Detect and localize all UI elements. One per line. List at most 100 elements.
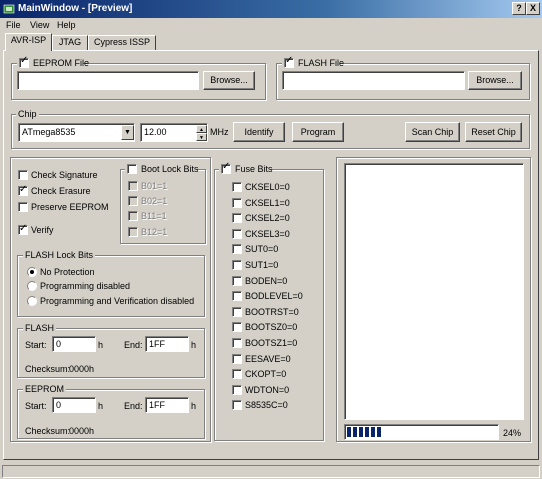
eeprom-checksum-value: 0000h	[69, 426, 95, 436]
flash-file-checkbox[interactable]	[284, 56, 294, 68]
eeprom-end-input[interactable]: 1FF	[145, 397, 189, 413]
flash-browse-button[interactable]: Browse...	[468, 71, 522, 90]
chip-select[interactable]: ATmega8535	[18, 123, 135, 142]
tab-avr-isp[interactable]: AVR-ISP	[5, 33, 52, 51]
check-signature-label: Check Signature	[31, 170, 98, 180]
flash-checksum-label: Checksum:	[25, 364, 71, 374]
boot-lock-checkbox[interactable]	[127, 164, 137, 174]
program-button[interactable]: Program	[292, 122, 344, 142]
fuse-bit-checkbox[interactable]	[232, 322, 242, 333]
fuse-bit-label: CKOPT=0	[245, 369, 287, 380]
title-bar: MainWindow - [Preview] ? X	[0, 0, 542, 18]
fuse-bit-checkbox[interactable]	[232, 384, 242, 395]
status-bar	[0, 463, 542, 479]
output-log[interactable]	[344, 163, 524, 420]
flash-start-label: Start:	[25, 340, 47, 350]
identify-button[interactable]: Identify	[233, 122, 285, 142]
eeprom-file-legend: EEPROM File	[17, 56, 89, 69]
fuse-bit-label: BOOTSZ1=0	[245, 338, 298, 348]
fuse-bits-legend: Fuse Bits	[219, 162, 273, 175]
progress-segment	[377, 427, 381, 437]
eeprom-file-checkbox[interactable]	[19, 56, 29, 68]
flash-start-unit: h	[98, 340, 104, 350]
eeprom-file-input[interactable]	[17, 71, 199, 90]
prog-verify-disabled-label: Programming and Verification disabled	[40, 296, 195, 306]
menu-file[interactable]: File	[6, 20, 21, 30]
spin-up-icon[interactable]: ▲	[196, 125, 207, 133]
menu-help[interactable]: Help	[57, 20, 76, 30]
status-cell	[2, 465, 540, 478]
check-erasure-checkbox[interactable]	[18, 184, 28, 196]
fuse-bit-checkbox[interactable]	[232, 228, 242, 239]
progress-segment	[371, 427, 375, 437]
fuse-bit-checkbox[interactable]	[232, 182, 242, 192]
tab-jtag[interactable]: JTAG	[52, 35, 88, 50]
fuse-bit-label: CKSEL3=0	[245, 228, 290, 239]
progress-segment	[353, 427, 357, 437]
fuse-bit-checkbox[interactable]	[232, 369, 242, 380]
fuse-bit-label: SUT0=0	[245, 244, 279, 255]
fuse-bit-checkbox[interactable]	[232, 291, 242, 302]
boot-lock-legend: Boot Lock Bits	[125, 163, 199, 175]
close-button[interactable]: X	[526, 2, 540, 15]
fuse-bit-checkbox[interactable]	[232, 260, 242, 270]
check-signature-checkbox[interactable]	[18, 170, 28, 180]
fuse-bits-checkbox[interactable]	[221, 162, 231, 174]
eeprom-start-input[interactable]: 0	[52, 397, 96, 413]
progress-label: 24%	[503, 428, 522, 438]
eeprom-checksum-label: Checksum:	[25, 426, 71, 436]
menu-view[interactable]: View	[30, 20, 49, 30]
tab-cypress-issp[interactable]: Cypress ISSP	[88, 35, 156, 50]
menu-bar: File View Help	[0, 18, 542, 32]
flash-file-legend: FLASH File	[282, 56, 344, 69]
fuse-bit-checkbox[interactable]	[232, 338, 242, 348]
progress-segment	[365, 427, 369, 437]
boot-lock-b01-checkbox[interactable]	[128, 181, 138, 191]
eeprom-start-label: Start:	[25, 401, 47, 411]
fuse-bit-label: CKSEL1=0	[245, 197, 290, 208]
programming-disabled-label: Programming disabled	[40, 281, 131, 291]
scan-chip-button[interactable]: Scan Chip	[405, 122, 460, 142]
progress-segment	[347, 427, 351, 437]
boot-lock-b12-label: B12=1	[141, 227, 168, 237]
flash-end-label: End:	[124, 340, 143, 350]
fuse-bit-label: WDTON=0	[245, 384, 290, 395]
spin-down-icon[interactable]: ▼	[196, 133, 207, 141]
verify-checkbox[interactable]	[18, 223, 28, 235]
chevron-down-icon[interactable]: ▼	[121, 125, 134, 140]
flash-lock-label: FLASH Lock Bits	[23, 250, 96, 260]
fuse-bit-label: BODLEVEL=0	[245, 291, 303, 302]
verify-label: Verify	[31, 225, 54, 235]
fuse-bit-checkbox[interactable]	[232, 306, 242, 317]
flash-start-input[interactable]: 0	[52, 336, 96, 352]
fuse-bit-checkbox[interactable]	[232, 197, 242, 208]
check-erasure-label: Check Erasure	[31, 186, 91, 196]
help-button[interactable]: ?	[512, 2, 526, 15]
frequency-unit: MHz	[210, 127, 229, 137]
chip-group-label: Chip	[16, 109, 39, 119]
fuse-bit-checkbox[interactable]	[232, 244, 242, 255]
boot-lock-b11-label: B11=1	[141, 211, 167, 221]
fuse-bit-checkbox[interactable]	[232, 400, 242, 411]
boot-lock-b12-checkbox[interactable]	[128, 227, 138, 237]
boot-lock-b02-label: B02=1	[141, 196, 168, 206]
flash-end-input[interactable]: 1FF	[145, 336, 189, 352]
fuse-bit-checkbox[interactable]	[232, 213, 242, 224]
fuse-bit-checkbox[interactable]	[232, 353, 242, 364]
fuse-bits-label: Fuse Bits	[235, 164, 273, 174]
fuse-bit-label: S8535C=0	[245, 400, 288, 411]
eeprom-browse-button[interactable]: Browse...	[203, 71, 255, 90]
prog-verify-disabled-radio[interactable]	[27, 296, 37, 306]
flash-file-input[interactable]	[282, 71, 465, 90]
reset-chip-button[interactable]: Reset Chip	[465, 122, 522, 142]
flash-end-unit: h	[191, 340, 197, 350]
preserve-eeprom-checkbox[interactable]	[18, 202, 28, 212]
boot-lock-b02-checkbox[interactable]	[128, 196, 138, 206]
boot-lock-b11-checkbox[interactable]	[128, 211, 138, 221]
programming-disabled-radio[interactable]	[27, 281, 37, 291]
no-protection-radio[interactable]	[27, 267, 37, 277]
eeprom-file-label: EEPROM File	[33, 58, 90, 68]
preserve-eeprom-label: Preserve EEPROM	[31, 202, 109, 212]
flash-file-label: FLASH File	[298, 58, 345, 68]
fuse-bit-checkbox[interactable]	[232, 275, 242, 286]
